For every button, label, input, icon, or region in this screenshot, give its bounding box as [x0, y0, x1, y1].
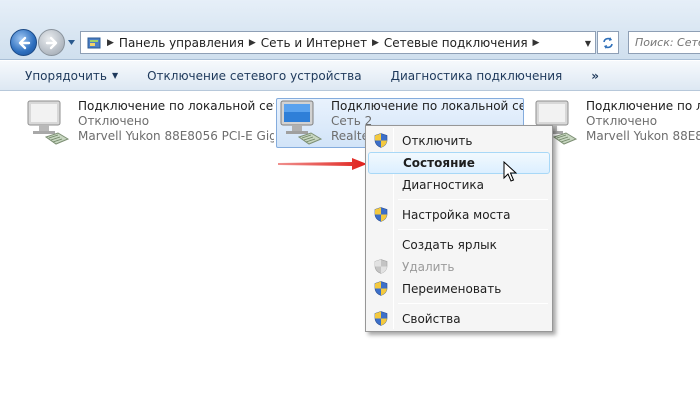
connection-adapter: Marvell Yukon 88E8056 PCI-E Gigabit... [78, 129, 274, 143]
network-adapter-disabled-icon [24, 99, 74, 149]
menu-item-rename[interactable]: Переименовать [368, 278, 550, 300]
connection-adapter: Marvell Yukon 88E8001/... [586, 129, 700, 143]
search-input[interactable] [635, 32, 700, 53]
uac-shield-icon [374, 207, 388, 222]
search-box[interactable] [628, 31, 700, 54]
uac-shield-icon [374, 281, 388, 296]
chevron-right-icon[interactable]: ▶ [530, 38, 539, 48]
connection-item[interactable]: Подключение по локальной сети Отключено … [532, 99, 700, 149]
menu-separator [398, 229, 548, 230]
menu-separator [398, 303, 548, 304]
menu-separator [398, 199, 548, 200]
connection-status: Отключено [586, 114, 658, 128]
mouse-pointer-icon [503, 161, 517, 182]
diagnose-connection-button[interactable]: Диагностика подключения [391, 69, 563, 83]
chevron-right-icon[interactable]: ▶ [107, 38, 114, 48]
context-menu: Отключить Состояние Диагностика Настройк… [365, 125, 553, 332]
menu-item-delete: Удалить [368, 256, 550, 278]
red-arrow-icon [278, 158, 367, 170]
breadcrumb-network-internet[interactable]: Сеть и Интернет ▶ [261, 36, 384, 50]
breadcrumb-network-connections[interactable]: Сетевые подключения ▶ [384, 36, 545, 50]
back-button[interactable] [10, 29, 37, 56]
back-arrow-icon [18, 36, 31, 50]
chevron-right-icon[interactable]: ▶ [246, 38, 256, 48]
connection-name: Подключение по локальной сети [78, 99, 274, 113]
address-dropdown-icon[interactable]: ▼ [585, 39, 591, 48]
forward-button[interactable] [38, 29, 65, 56]
address-bar: ▶ Панель управления ▶ Сеть и Интернет ▶ … [0, 0, 700, 60]
recent-pages-dropdown-icon[interactable] [67, 38, 76, 47]
connection-name: Подключение по локальной сети 2 [331, 99, 523, 113]
refresh-icon [603, 36, 613, 49]
more-commands-button[interactable]: » [591, 69, 599, 83]
uac-shield-icon [374, 133, 388, 148]
network-adapter-connected-icon [277, 99, 327, 149]
uac-shield-icon [374, 311, 388, 326]
control-panel-icon [87, 37, 101, 48]
menu-item-create-shortcut[interactable]: Создать ярлык [368, 234, 550, 256]
uac-shield-disabled-icon [374, 259, 388, 274]
dropdown-arrow-icon: ▼ [111, 71, 119, 80]
command-bar: Упорядочить ▼ Отключение сетевого устройс… [0, 61, 700, 91]
connection-name: Подключение по локальной сети [586, 99, 700, 113]
organize-button[interactable]: Упорядочить ▼ [25, 69, 118, 83]
breadcrumb-control-panel[interactable]: Панель управления ▶ [119, 36, 261, 50]
forward-arrow-icon [45, 36, 58, 50]
address-path[interactable]: ▶ Панель управления ▶ Сеть и Интернет ▶ … [80, 31, 596, 54]
menu-item-bridge[interactable]: Настройка моста [368, 204, 550, 226]
menu-item-disable[interactable]: Отключить [368, 130, 550, 152]
disable-device-button[interactable]: Отключение сетевого устройства [147, 69, 361, 83]
connection-status: Отключено [78, 114, 150, 128]
menu-item-diagnostics[interactable]: Диагностика [368, 174, 550, 196]
connection-item[interactable]: Подключение по локальной сети Отключено … [24, 99, 274, 149]
refresh-button[interactable] [597, 31, 619, 54]
menu-item-properties[interactable]: Свойства [368, 308, 550, 330]
menu-item-status[interactable]: Состояние [368, 152, 550, 174]
chevron-right-icon[interactable]: ▶ [369, 38, 379, 48]
